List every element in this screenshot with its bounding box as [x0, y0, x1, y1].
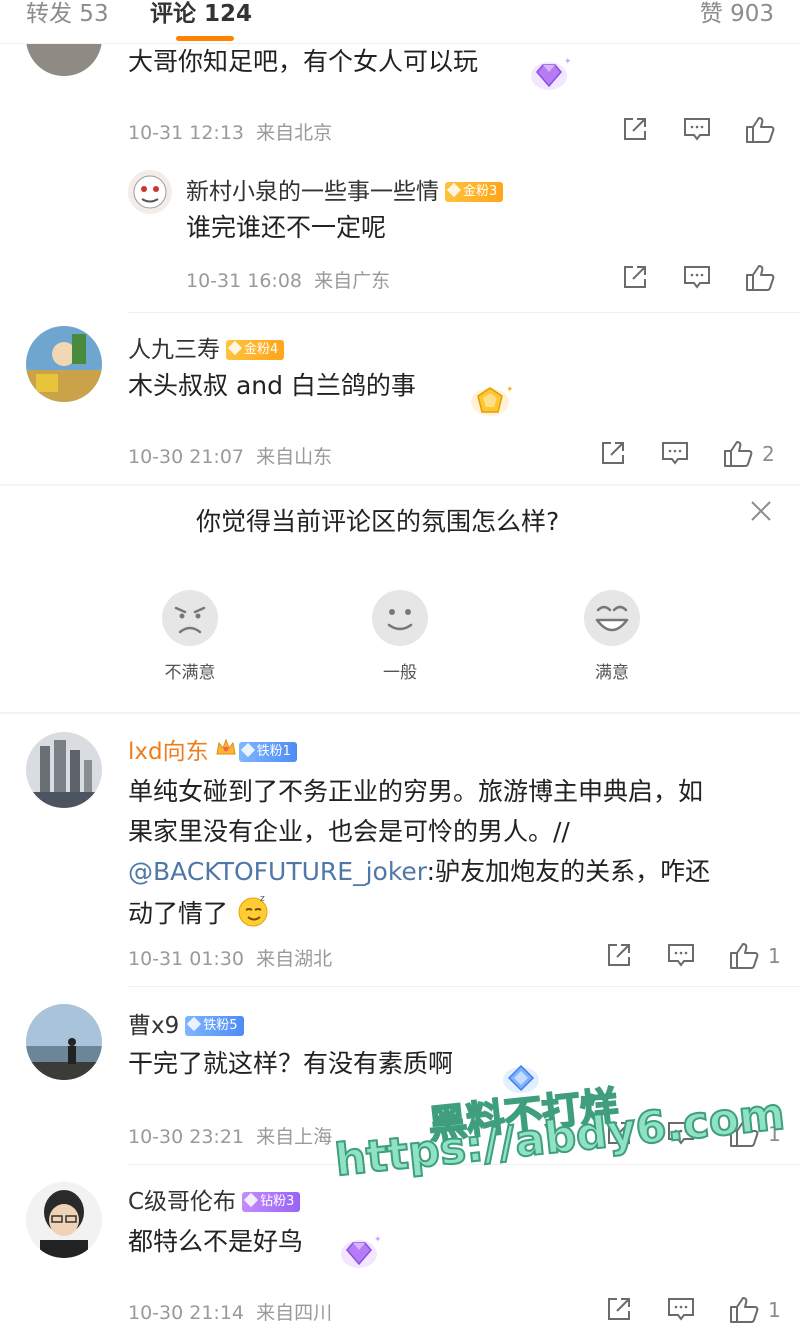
username[interactable]: 曹x9 铁粉5: [128, 1006, 244, 1040]
username[interactable]: 人九三寿 金粉4: [128, 330, 285, 364]
user-mention-link[interactable]: @BACKTOFUTURE_joker: [128, 857, 427, 886]
thumbs-up-icon: [724, 441, 753, 467]
share-icon: [624, 266, 646, 288]
username[interactable]: C级哥伦布 钻粉3: [128, 1182, 301, 1216]
comment-actions: 2: [598, 438, 788, 472]
comment-actions: [620, 262, 780, 296]
thumbs-up-icon: [746, 265, 775, 291]
fan-badge: 钻粉3: [242, 1192, 301, 1212]
thumbs-up-icon: [746, 117, 775, 143]
divider: [128, 312, 800, 313]
thumbs-up-icon: [730, 1297, 759, 1323]
comment-icon: [662, 442, 688, 465]
sleepy-emoji-icon: z: [238, 894, 268, 927]
comment-text: 谁完谁还不一定呢: [186, 213, 387, 242]
svg-text:✦: ✦: [506, 385, 514, 395]
share-icon: [608, 1298, 630, 1320]
comment-time: 10-31 16:08 来自广东: [186, 270, 391, 292]
like-button[interactable]: 2: [722, 438, 782, 472]
comment-icon: [668, 944, 694, 967]
fan-badge: 金粉4: [226, 340, 285, 360]
username[interactable]: lxd向东 铁粉1: [128, 732, 297, 766]
comment-icon: [684, 266, 710, 289]
comment-time: 10-31 01:30 来自湖北: [128, 948, 333, 970]
divider: [0, 712, 800, 714]
comment-time: 10-31 12:13 来自北京: [128, 122, 333, 144]
like-count: 1: [768, 1298, 781, 1322]
neutral-face-icon[interactable]: [370, 588, 430, 648]
comment-text: 干完了就这样？有没有素质啊: [128, 1049, 454, 1078]
fan-badge: 铁粉5: [185, 1016, 244, 1036]
thumbs-up-icon: [730, 943, 759, 969]
tab-likes[interactable]: 赞 903: [700, 0, 774, 28]
like-count: 2: [762, 442, 775, 466]
svg-text:✦: ✦: [564, 57, 572, 67]
comment-time: 10-30 23:21 来自上海: [128, 1126, 333, 1148]
comment-actions: 1: [604, 940, 784, 974]
like-button[interactable]: 1: [728, 1294, 784, 1328]
comment-item: lxd向东 铁粉1 单纯女碰到了不务正业的穷男。旅游博主申典启，如 果家里没有企业…: [0, 722, 800, 984]
comment-actions: 1: [604, 1294, 784, 1328]
fan-badge: 铁粉1: [238, 742, 297, 762]
survey-option-label[interactable]: 不满意: [150, 658, 230, 683]
comment-text: 大哥你知足吧，有个女人可以玩: [128, 47, 479, 76]
like-count: 1: [768, 944, 781, 968]
comment-time: 10-30 21:14 来自四川: [128, 1302, 333, 1324]
tab-active-indicator: [176, 36, 234, 41]
comment-tab-bar: 转发 53 评论 124 赞 903: [0, 0, 800, 44]
like-button[interactable]: 1: [728, 940, 784, 974]
comment-icon: [668, 1298, 694, 1321]
satisfied-face-icon[interactable]: [582, 588, 642, 648]
share-icon: [602, 442, 624, 464]
comment-actions: [620, 114, 780, 148]
comment-text: 单纯女碰到了不务正业的穷男。旅游博主申典启，如 果家里没有企业，也会是可怜的男人…: [128, 777, 711, 928]
avatar[interactable]: [26, 732, 102, 808]
avatar[interactable]: [26, 1004, 102, 1080]
avatar[interactable]: [26, 326, 102, 402]
comment-time: 10-30 21:07 来自山东: [128, 446, 333, 468]
survey-question: 你觉得当前评论区的氛围怎么样?: [196, 507, 560, 536]
diamond-fan-icon: ✦: [531, 57, 572, 90]
share-icon: [624, 118, 646, 140]
svg-text:z: z: [260, 894, 265, 904]
comment-item: 人九三寿 金粉4 木头叔叔 and 白兰鸽的事 ✦ 10-30 21:07 来自山…: [0, 318, 800, 486]
comment-text: 都特么不是好鸟: [128, 1227, 304, 1256]
comment-text: 木头叔叔 and 白兰鸽的事: [128, 371, 416, 400]
survey-option-label[interactable]: 满意: [572, 658, 652, 683]
share-icon: [608, 944, 630, 966]
tab-comments[interactable]: 评论 124: [150, 0, 252, 28]
comment-item: C级哥伦布 钻粉3 都特么不是好鸟 ✦ 10-30 21:14 来自四川 1: [0, 1172, 800, 1342]
survey-option-label[interactable]: 一般: [360, 658, 440, 683]
tab-repost[interactable]: 转发 53: [26, 0, 109, 28]
comment-icon: [684, 118, 710, 141]
svg-text:✦: ✦: [374, 1235, 382, 1245]
reply-item: 新村小泉的一些事一些情 金粉3 谁完谁还不一定呢 10-31 16:08 来自广东: [0, 160, 800, 310]
diamond-fan-icon: ✦: [341, 1235, 382, 1268]
gold-fan-icon: ✦: [471, 385, 514, 416]
avatar[interactable]: [128, 170, 172, 214]
avatar[interactable]: [26, 1182, 102, 1258]
crown-icon: [216, 738, 236, 755]
close-icon[interactable]: [746, 496, 776, 526]
divider: [128, 986, 800, 987]
comment-atmosphere-survey: 你觉得当前评论区的氛围怎么样? 不满意 一般 满意: [0, 486, 800, 712]
dissatisfied-face-icon[interactable]: [160, 588, 220, 648]
username[interactable]: 新村小泉的一些事一些情 金粉3: [186, 172, 504, 206]
fan-badge: 金粉3: [445, 182, 504, 202]
